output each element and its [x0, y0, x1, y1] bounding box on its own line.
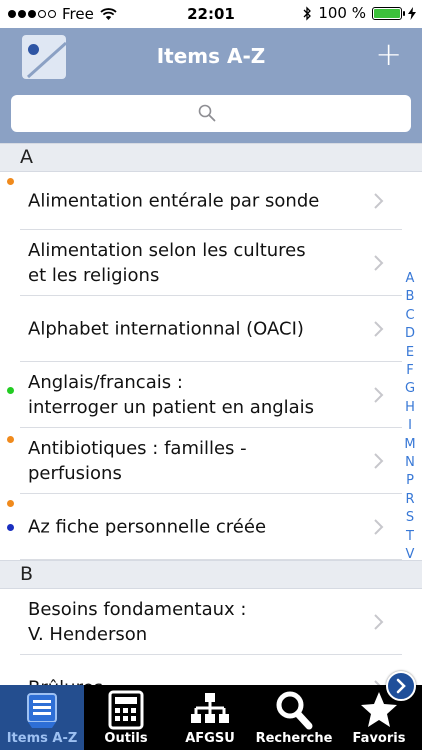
chevron-right-icon [374, 614, 384, 630]
section-header-a: A [0, 143, 422, 172]
list-box-icon [22, 689, 62, 731]
list-item-label: Antibiotiques : familles - perfusions [28, 438, 247, 484]
list-item[interactable]: Alphabet internationnal (OACI) [0, 296, 422, 362]
list-item-label: Anglais/francais : interroger un patient… [28, 372, 315, 418]
category-dot-icon [7, 436, 14, 443]
tab-label: AFGSU [185, 731, 235, 746]
search-bar [0, 85, 422, 143]
list-item[interactable]: Alimentation selon les cultures et les r… [0, 230, 422, 296]
chevron-right-icon [374, 519, 384, 535]
chevron-right-icon [374, 453, 384, 469]
list-item-label: Besoins fondamentaux : V. Henderson [28, 599, 247, 645]
list-item[interactable]: Brûlures [0, 655, 422, 685]
index-letter[interactable]: D [405, 325, 415, 343]
tab-label: Recherche [255, 731, 333, 746]
add-button[interactable]: + [375, 38, 402, 70]
index-letter[interactable]: S [406, 509, 414, 527]
category-dot-icon [7, 500, 14, 507]
tab-label: Outils [104, 731, 148, 746]
calculator-icon [107, 689, 145, 731]
chevron-right-icon [374, 321, 384, 337]
chevron-right-icon [374, 255, 384, 271]
category-dot-icon [7, 387, 14, 394]
index-letter[interactable]: G [405, 380, 415, 398]
list-item-label: Alphabet internationnal (OACI) [28, 318, 304, 340]
index-letter[interactable]: A [406, 270, 415, 288]
list-item[interactable]: Besoins fondamentaux : V. Henderson [0, 589, 422, 655]
index-letter[interactable]: V [406, 546, 415, 564]
tab-items-a-z[interactable]: Items A-Z [0, 685, 84, 750]
bluetooth-icon [303, 5, 312, 21]
index-letter[interactable]: H [405, 399, 415, 417]
list-item-label: Brûlures [28, 676, 358, 686]
index-letter[interactable]: I [408, 417, 412, 435]
row-separator [20, 559, 402, 560]
index-letter[interactable]: P [406, 472, 414, 490]
scroll-down-button[interactable] [386, 671, 416, 701]
index-letter[interactable]: T [406, 528, 414, 546]
hierarchy-icon [190, 689, 230, 731]
search-icon [198, 104, 216, 122]
tab-afgsu[interactable]: AFGSU [168, 685, 252, 750]
index-letter[interactable]: R [405, 491, 414, 509]
list-item[interactable]: Alimentation entérale par sonde [0, 172, 422, 230]
index-letter[interactable]: F [406, 362, 413, 380]
status-bar: Free 22:01 100 % [0, 0, 422, 28]
list-item-label: Az fiche personnelle créée [28, 516, 267, 538]
list-item[interactable]: Anglais/francais : interroger un patient… [0, 362, 422, 428]
chevron-right-icon [374, 193, 384, 209]
battery-icon [372, 6, 405, 20]
navigation-bar: Items A-Z + [0, 28, 422, 85]
list-item[interactable]: Antibiotiques : familles - perfusions [0, 428, 422, 494]
index-letter[interactable]: N [405, 454, 415, 472]
items-list[interactable]: A Alimentation entérale par sonde Alimenta… [0, 143, 422, 685]
magnifier-icon [275, 689, 313, 731]
list-item-label: Alimentation selon les cultures et les r… [28, 240, 306, 286]
battery-percent: 100 % [318, 4, 366, 22]
index-letter[interactable]: C [405, 307, 414, 325]
list-item[interactable]: Az fiche personnelle créée [0, 494, 422, 560]
index-letter[interactable]: M [404, 436, 415, 454]
search-input[interactable] [11, 95, 411, 132]
category-dot-icon [7, 524, 14, 531]
category-dot-icon [7, 178, 14, 185]
list-item-label: Alimentation entérale par sonde [28, 190, 320, 212]
section-header-b: B [0, 560, 422, 589]
chevron-right-icon [396, 678, 406, 694]
tab-recherche[interactable]: Recherche [252, 685, 336, 750]
alphabet-index[interactable]: ABCDEFGHIMNPRSTV [402, 270, 418, 565]
tab-outils[interactable]: Outils [84, 685, 168, 750]
tab-label: Favoris [352, 731, 406, 746]
index-letter[interactable]: B [406, 288, 415, 306]
chevron-right-icon [374, 387, 384, 403]
tab-label: Items A-Z [6, 731, 78, 746]
page-title: Items A-Z [156, 44, 266, 68]
charging-icon [408, 6, 416, 20]
tab-bar: Items A-Z Outils AFGSU Recherche Favoris [0, 685, 422, 750]
index-letter[interactable]: E [406, 344, 414, 362]
